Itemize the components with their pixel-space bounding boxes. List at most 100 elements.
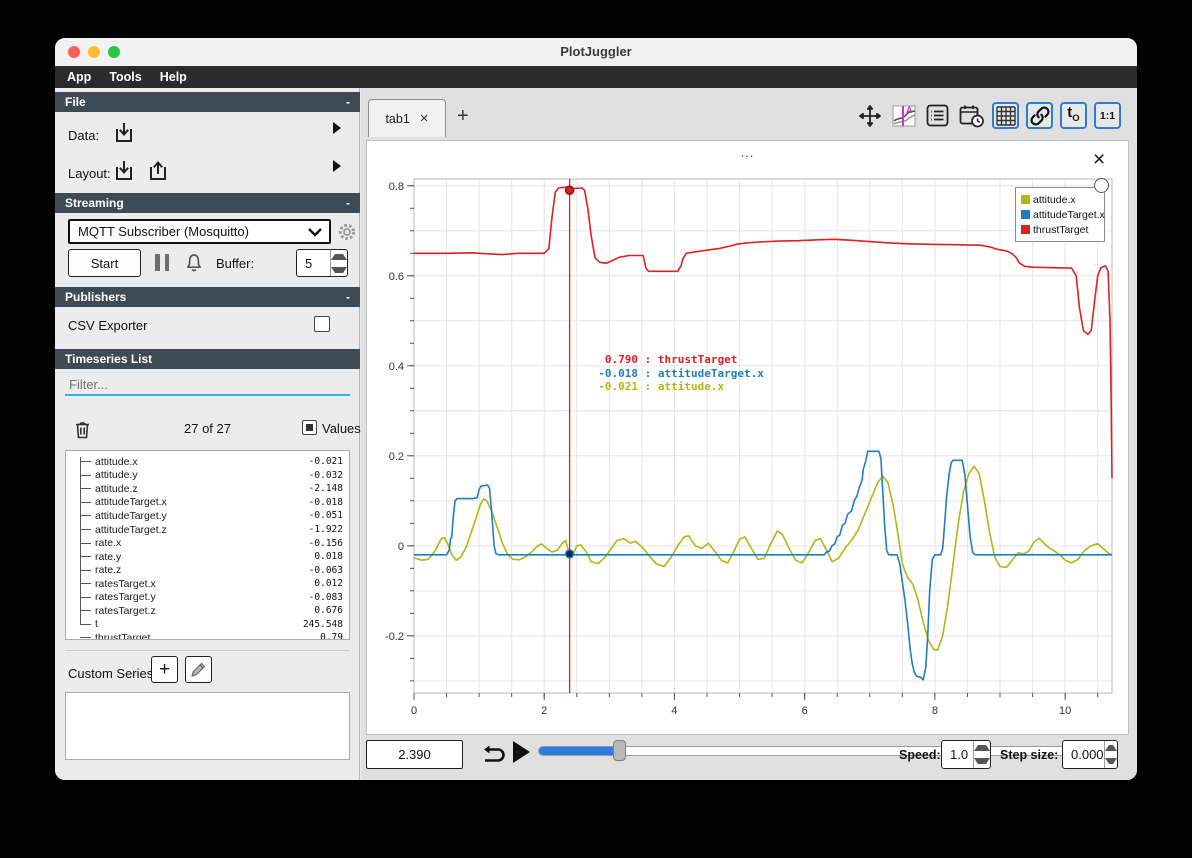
tab-tab1[interactable]: tab1 × — [368, 99, 446, 137]
plotjuggler-window: PlotJuggler App Tools Help File - Data: … — [55, 38, 1137, 780]
pan-zoom-button[interactable] — [856, 102, 883, 129]
tab-label: tab1 — [385, 111, 410, 126]
cursor-point — [564, 185, 575, 196]
play-button[interactable] — [513, 741, 530, 763]
timeseries-row[interactable]: t 245.548 — [66, 618, 343, 632]
custom-series-list[interactable] — [65, 692, 350, 760]
speed-value[interactable]: 1.0 — [942, 741, 973, 768]
tab-close-icon[interactable]: × — [420, 111, 429, 126]
menu-tools[interactable]: Tools — [109, 70, 141, 84]
curve-list-button[interactable] — [924, 102, 951, 129]
values-checkbox[interactable] — [302, 420, 317, 435]
timeseries-list[interactable]: attitude.x -0.021 attitude.y -0.032 attitu… — [65, 450, 350, 640]
buffer-spinner[interactable]: 5 — [296, 249, 348, 277]
plot-legend[interactable]: attitude.x attitudeTarget.x thrustTarget — [1015, 187, 1105, 242]
layout-load-button[interactable] — [111, 158, 137, 184]
timeseries-row[interactable]: ratesTarget.x 0.012 — [66, 577, 343, 591]
svg-text:0.8: 0.8 — [389, 181, 404, 193]
pencil-icon — [191, 662, 206, 677]
plot-close-icon[interactable]: × — [1093, 149, 1105, 170]
plot-toolbar: A tO 1:1 — [856, 102, 1121, 129]
timeseries-row[interactable]: rate.x -0.156 — [66, 536, 343, 550]
timeseries-row[interactable]: attitude.x -0.021 — [66, 455, 343, 469]
notification-bell-icon[interactable] — [182, 251, 206, 275]
collapse-icon[interactable]: - — [346, 95, 350, 109]
timeseries-section-header[interactable]: Timeseries List — [55, 349, 360, 369]
timeseries-row[interactable]: attitudeTarget.y -0.051 — [66, 509, 343, 523]
timeseries-row[interactable]: ratesTarget.y -0.083 — [66, 590, 343, 604]
collapse-icon[interactable]: - — [346, 196, 350, 210]
values-label: Values — [322, 421, 361, 436]
data-load-button[interactable] — [111, 120, 137, 146]
edit-custom-series-button[interactable] — [185, 656, 212, 683]
tree-branch-icon — [80, 610, 91, 612]
buffer-value[interactable]: 5 — [297, 250, 330, 276]
timeseries-row[interactable]: attitudeTarget.z -1.922 — [66, 523, 343, 537]
legend-entry[interactable]: thrustTarget — [1021, 222, 1099, 237]
start-button[interactable]: Start — [68, 249, 141, 277]
legend-entry[interactable]: attitudeTarget.x — [1021, 207, 1105, 222]
streaming-section-title: Streaming — [65, 196, 124, 210]
speed-label: Speed: — [899, 748, 941, 762]
filter-input[interactable] — [65, 375, 350, 396]
delete-series-button[interactable] — [70, 417, 94, 441]
timeseries-row[interactable]: ratesTarget.z 0.676 — [66, 604, 343, 618]
spin-up-icon[interactable] — [974, 741, 990, 755]
speed-spinner[interactable]: 1.0 — [941, 740, 991, 769]
plot-widget[interactable]: 0 2 4 6 8 10 -0.2 0 0.2 0.4 0.6 0.8 ... × attitude.… — [366, 140, 1129, 735]
sidebar: File - Data: Layout: Streaming - MQTT Su… — [55, 88, 361, 780]
timeseries-row[interactable]: rate.y 0.018 — [66, 550, 343, 564]
ratio-1-1-button[interactable]: 1:1 — [1094, 102, 1121, 129]
link-ranges-button[interactable] — [1026, 102, 1053, 129]
streaming-settings-button[interactable] — [336, 221, 358, 243]
publishers-section-header[interactable]: Publishers - — [55, 287, 360, 307]
spin-up-icon[interactable] — [1104, 741, 1117, 755]
legend-swatch — [1021, 210, 1030, 219]
zoom-selection-button[interactable]: A — [890, 102, 917, 129]
window-title: PlotJuggler — [560, 44, 632, 59]
grid-layout-button[interactable] — [992, 102, 1019, 129]
legend-entry[interactable]: attitude.x — [1021, 192, 1099, 207]
import-icon — [116, 161, 132, 180]
chart-canvas[interactable]: 0 2 4 6 8 10 -0.2 0 0.2 0.4 0.6 0.8 — [367, 141, 1128, 734]
time-offset-button[interactable]: tO — [1060, 102, 1087, 129]
spin-down-icon[interactable] — [1104, 755, 1117, 769]
import-icon — [116, 123, 132, 142]
timeseries-row[interactable]: rate.z -0.063 — [66, 563, 343, 577]
date-time-button[interactable] — [958, 102, 985, 129]
spin-down-icon[interactable] — [974, 755, 990, 769]
step-size-value[interactable]: 0.000 — [1063, 741, 1104, 768]
timeseries-row[interactable]: attitude.z -2.148 — [66, 482, 343, 496]
menu-help[interactable]: Help — [160, 70, 187, 84]
svg-text:0.2: 0.2 — [389, 451, 404, 463]
pause-icon[interactable] — [155, 254, 169, 271]
svg-text:6: 6 — [802, 705, 808, 717]
tree-branch-icon — [80, 474, 91, 476]
time-tracker-value[interactable]: 2.390 — [366, 740, 463, 769]
file-section-title: File — [65, 95, 86, 109]
tree-branch-icon — [80, 583, 91, 585]
legend-drag-handle[interactable] — [1094, 178, 1109, 193]
timeseries-row[interactable]: attitudeTarget.x -0.018 — [66, 496, 343, 510]
menu-app[interactable]: App — [67, 70, 91, 84]
streaming-source-select[interactable]: MQTT Subscriber (Mosquitto) — [68, 219, 331, 244]
collapse-icon[interactable]: - — [346, 290, 350, 304]
data-menu-arrow-icon[interactable] — [333, 122, 341, 134]
timeseries-row[interactable]: attitude.y -0.032 — [66, 469, 343, 483]
streaming-section-header[interactable]: Streaming - — [55, 193, 360, 213]
layout-menu-arrow-icon[interactable] — [333, 160, 341, 172]
step-size-spinner[interactable]: 0.000 — [1062, 740, 1118, 769]
loop-button[interactable] — [478, 743, 506, 767]
spin-up-icon[interactable] — [331, 250, 347, 263]
layout-save-button[interactable] — [145, 158, 171, 184]
new-tab-button[interactable]: + — [457, 105, 469, 128]
timeseries-row[interactable]: thrustTarget 0.79 — [66, 631, 343, 639]
svg-text:0: 0 — [398, 541, 404, 553]
title-bar[interactable]: PlotJuggler — [55, 38, 1137, 67]
csv-exporter-checkbox[interactable] — [314, 316, 330, 332]
time-slider-handle[interactable] — [613, 740, 626, 761]
file-section-header[interactable]: File - — [55, 92, 360, 112]
add-custom-series-button[interactable]: + — [151, 656, 178, 683]
spin-down-icon[interactable] — [331, 263, 347, 276]
plus-icon: + — [158, 658, 171, 680]
